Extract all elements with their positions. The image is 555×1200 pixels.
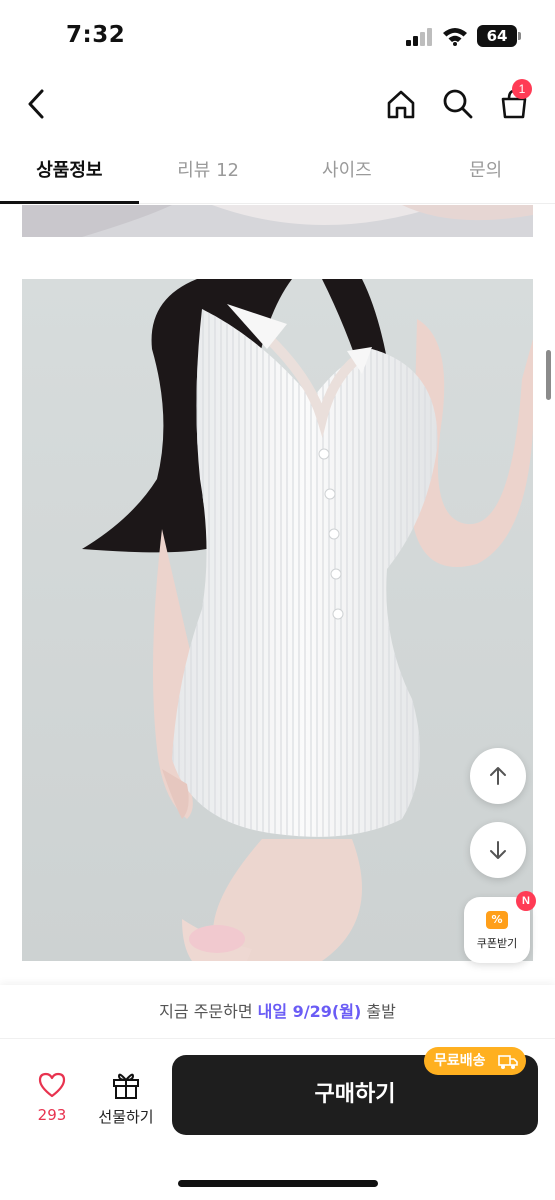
product-image-partial xyxy=(22,205,533,237)
status-bar: 7:32 64 xyxy=(0,0,555,70)
tab-inquiry[interactable]: 문의 xyxy=(416,140,555,203)
signal-icon xyxy=(406,28,432,46)
battery-cap xyxy=(518,32,521,40)
truck-icon xyxy=(498,1055,518,1069)
home-indicator[interactable] xyxy=(178,1180,378,1187)
tab-bar: 상품정보 리뷰 12 사이즈 문의 xyxy=(0,140,555,204)
free-shipping-badge: 무료배송 xyxy=(424,1047,526,1075)
coupon-icon: % xyxy=(486,911,508,929)
like-button[interactable]: 293 xyxy=(24,1068,80,1128)
coupon-label: 쿠폰받기 xyxy=(476,937,518,950)
tab-size[interactable]: 사이즈 xyxy=(278,140,417,203)
gift-button[interactable]: 선물하기 xyxy=(90,1068,162,1128)
tab-product-info[interactable]: 상품정보 xyxy=(0,140,139,204)
scrollbar-thumb[interactable] xyxy=(546,350,551,400)
status-time: 7:32 xyxy=(66,22,126,48)
scroll-up-button[interactable] xyxy=(470,748,526,804)
product-image xyxy=(22,279,533,961)
home-icon[interactable] xyxy=(381,84,421,124)
shipping-date: 내일 9/29(월) xyxy=(257,1002,362,1021)
scroll-down-button[interactable] xyxy=(470,822,526,878)
arrow-up-icon xyxy=(490,767,506,785)
app-header xyxy=(0,70,555,140)
gift-label: 선물하기 xyxy=(98,1108,154,1126)
shipping-prefix: 지금 주문하면 xyxy=(159,1002,258,1021)
arrow-down-icon xyxy=(490,841,506,859)
tab-reviews[interactable]: 리뷰 12 xyxy=(139,140,278,203)
wifi-icon xyxy=(443,28,467,46)
shipping-suffix: 출발 xyxy=(361,1002,396,1021)
shipping-notice: 지금 주문하면 내일 9/29(월) 출발 xyxy=(0,985,555,1039)
free-shipping-label: 무료배송 xyxy=(434,1053,486,1069)
gift-icon xyxy=(113,1073,139,1099)
back-icon[interactable] xyxy=(16,84,56,124)
cart-badge: 1 xyxy=(512,79,532,99)
heart-icon xyxy=(38,1072,66,1098)
search-icon[interactable] xyxy=(438,84,478,124)
like-count: 293 xyxy=(37,1106,67,1124)
battery-indicator: 64 xyxy=(477,25,517,47)
new-badge: N xyxy=(516,891,536,911)
